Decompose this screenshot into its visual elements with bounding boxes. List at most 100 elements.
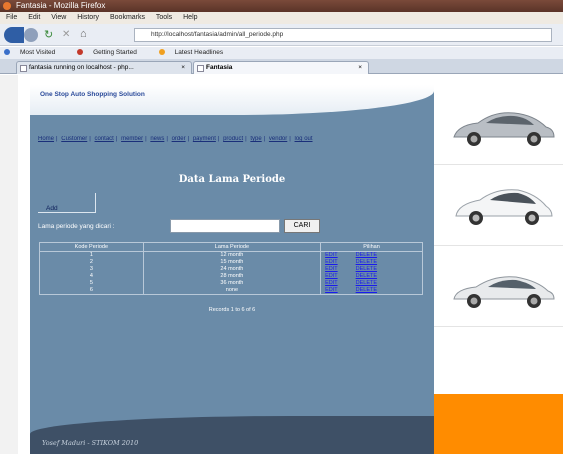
car-coupe-icon [453,276,555,308]
footer-credit: Yosef Maduri - STIKOM 2010 [42,439,139,447]
nav-member[interactable]: member [121,136,143,142]
navigation-toolbar: ↻ ✕ ⌂ http://localhost/fantasia/admin/al… [0,24,563,46]
delete-link[interactable]: DELETE [356,280,377,286]
bookmark-getting-started[interactable]: Getting Started [77,49,147,56]
car-silver-icon [453,112,555,146]
nav-customer[interactable]: Customer [61,136,87,142]
right-column [434,85,563,454]
cell-actions: EDIT DELETE [320,251,423,259]
page-icon [20,65,27,72]
nav-logout[interactable]: log out [295,136,313,142]
search-input[interactable] [170,219,280,233]
cell-kode: 2 [39,259,144,266]
forward-button[interactable] [24,28,38,42]
tab-close-icon[interactable]: × [181,62,185,74]
table-row: 2 15 month EDIT DELETE [39,259,423,266]
header-pilihan: Pilihan [320,242,423,252]
menu-bookmarks[interactable]: Bookmarks [110,14,145,21]
menu-history[interactable]: History [77,14,99,21]
cell-lama: 12 month [142,251,322,259]
site-footer [30,416,434,454]
stop-icon[interactable]: ✕ [62,29,74,41]
table-header-row: Kode Periode Lama Periode Pilihan [39,242,423,252]
header-lama: Lama Periode [142,242,322,252]
cell-lama: 36 month [142,280,322,287]
main-panel: One Stop Auto Shopping Solution Home | Cu… [30,85,434,454]
header-kode: Kode Periode [39,242,144,252]
add-link[interactable]: Add [46,205,58,212]
nav-news[interactable]: news [150,136,164,142]
table-row: 1 12 month EDIT DELETE [39,251,423,259]
nav-vendor[interactable]: vendor [269,136,287,142]
nav-order[interactable]: order [172,136,186,142]
edit-link[interactable]: EDIT [325,287,338,293]
car-image-white [434,166,563,246]
reload-icon[interactable]: ↻ [44,29,56,41]
bookmark-latest-headlines[interactable]: Latest Headlines [158,49,233,56]
tab-localhost[interactable]: fantasia running on localhost - php... × [16,61,192,74]
left-gutter [0,75,18,454]
site-header [30,85,434,115]
cell-kode: 4 [39,273,144,280]
firefox-icon [77,49,84,55]
menu-tools[interactable]: Tools [156,14,172,21]
site-tagline: One Stop Auto Shopping Solution [40,91,145,98]
tab-fantasia[interactable]: Fantasia × [193,61,369,74]
bookmark-icon [4,49,10,55]
orange-banner [434,394,563,454]
delete-link[interactable]: DELETE [356,273,377,279]
edit-link[interactable]: EDIT [325,280,338,286]
nav-home[interactable]: Home [38,136,54,142]
search-button[interactable]: CARI [284,219,320,233]
edit-link[interactable]: EDIT [325,273,338,279]
cell-kode: 5 [39,280,144,287]
cell-actions: EDIT DELETE [320,259,423,266]
car-image-coupe [434,247,563,327]
firefox-icon [3,2,11,10]
nav-payment[interactable]: payment [193,136,216,142]
menu-edit[interactable]: Edit [28,14,40,21]
nav-type[interactable]: type [250,136,261,142]
cell-actions: EDIT DELETE [320,266,423,273]
car-white-icon [455,189,553,225]
records-count: Records 1 to 6 of 6 [208,307,256,313]
cell-actions: EDIT DELETE [320,273,423,280]
delete-link[interactable]: DELETE [356,266,377,272]
car-image-silver [434,85,563,165]
back-button[interactable] [4,27,24,43]
nav-product[interactable]: product [223,136,243,142]
page-title: Data Lama Periode [178,174,286,185]
cell-lama: 15 month [142,259,322,266]
delete-link[interactable]: DELETE [356,287,377,293]
menu-bar: File Edit View History Bookmarks Tools H… [0,12,563,24]
cell-kode: 3 [39,266,144,273]
url-bar[interactable]: http://localhost/fantasia/admin/all_peri… [134,28,552,42]
bookmark-most-visited[interactable]: Most Visited [4,49,65,56]
edit-link[interactable]: EDIT [325,259,338,265]
delete-link[interactable]: DELETE [356,259,377,265]
cell-kode: 1 [39,251,144,259]
page-content: One Stop Auto Shopping Solution Home | Cu… [0,75,563,454]
menu-help[interactable]: Help [183,14,197,21]
edit-link[interactable]: EDIT [325,252,338,258]
cell-actions: EDIT DELETE [320,287,423,295]
bookmarks-toolbar: Most Visited Getting Started Latest Head… [0,47,563,59]
nav-contact[interactable]: contact [95,136,114,142]
delete-link[interactable]: DELETE [356,252,377,258]
menu-file[interactable]: File [6,14,17,21]
table-row: 3 24 month EDIT DELETE [39,266,423,273]
edit-link[interactable]: EDIT [325,266,338,272]
cell-kode: 6 [39,287,144,295]
periode-table: Kode Periode Lama Periode Pilihan 1 12 m… [39,242,423,295]
site-nav: Home | Customer | contact | member | news | o… [38,136,313,142]
menu-view[interactable]: View [51,14,66,21]
tab-close-icon[interactable]: × [358,62,362,74]
table-row: 5 36 month EDIT DELETE [39,280,423,287]
cell-actions: EDIT DELETE [320,280,423,287]
cell-lama: 28 month [142,273,322,280]
home-icon[interactable]: ⌂ [80,28,92,40]
table-row: 6 none EDIT DELETE [39,287,423,295]
table-row: 4 28 month EDIT DELETE [39,273,423,280]
cell-lama: none [142,287,322,295]
tab-bar: fantasia running on localhost - php... ×… [0,59,563,74]
